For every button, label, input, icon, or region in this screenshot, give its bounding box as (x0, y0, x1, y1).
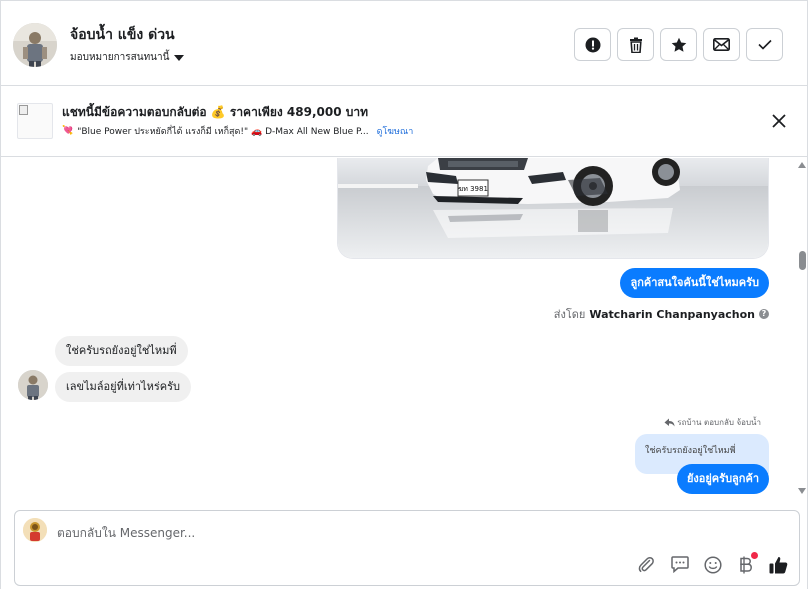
ad-thumbnail[interactable] (17, 103, 53, 139)
message-thread: ฆท 3981 ลูกค้าสนใจคันนี้ใช่ไหมครับ ส่งโด… (1, 158, 808, 498)
mark-done-button[interactable] (746, 28, 783, 61)
saved-replies-button[interactable] (669, 554, 690, 575)
attach-button[interactable] (636, 554, 657, 575)
reply-indicator-text: รถบ้าน ตอบกลับ จ้อบน้ำ (677, 418, 761, 427)
caret-down-icon (174, 54, 185, 61)
outgoing-message[interactable]: ยังอยู่ครับลูกค้า (676, 464, 769, 494)
conversation-panel: จ้อบน้ำ แข็ง ด่วน มอบหมายการสนทนานี้ แชท… (0, 0, 808, 589)
assign-label: มอบหมายการสนทนานี้ (70, 52, 170, 63)
spam-button[interactable] (574, 28, 611, 61)
outgoing-message[interactable]: ลูกค้าสนใจคันนี้ใช่ไหมครับ (620, 268, 769, 298)
trash-icon (629, 37, 642, 53)
broken-image-icon (19, 105, 28, 115)
mail-icon (713, 38, 730, 51)
chat-scrollbar[interactable] (795, 158, 808, 498)
info-icon[interactable]: ? (759, 309, 769, 319)
ad-banner-title: แชทนี้มีข้อความตอบกลับต่อ 💰 ราคาเพียง 48… (62, 105, 369, 119)
chat-bubble-icon (670, 556, 689, 573)
follow-up-button[interactable] (660, 28, 697, 61)
delete-button[interactable] (617, 28, 654, 61)
baht-icon (739, 556, 752, 573)
page-avatar (23, 518, 47, 542)
message-input[interactable] (57, 523, 657, 543)
thumbs-up-icon (769, 556, 788, 573)
star-icon (671, 37, 686, 52)
mark-unread-button[interactable] (703, 28, 740, 61)
incoming-message[interactable]: เลขไมล์อยู่ที่เท่าไหร่ครับ (55, 372, 191, 402)
conversation-header: จ้อบน้ำ แข็ง ด่วน มอบหมายการสนทนานี้ (1, 1, 808, 86)
incoming-message[interactable]: ใช่ครับรถยังอยู่ใช่ไหมพี่ (55, 336, 188, 366)
notification-dot (751, 552, 758, 559)
contact-avatar-small[interactable] (18, 370, 48, 400)
ad-banner-subtitle: 💘 "Blue Power ประหยัดกี่ได้ แรงก็มี เหก็… (62, 124, 413, 138)
heart-emoji: 💘 (62, 126, 74, 136)
contact-name[interactable]: จ้อบน้ำ แข็ง ด่วน (70, 24, 175, 46)
reply-indicator: รถบ้าน ตอบกลับ จ้อบน้ำ (664, 416, 761, 429)
sent-by-name[interactable]: Watcharin Chanpanyachon (589, 308, 755, 321)
smiley-icon (703, 555, 722, 574)
view-ad-link[interactable]: ดูโฆษณา (377, 124, 414, 138)
car-photo-attachment[interactable]: ฆท 3981 (337, 158, 769, 259)
assign-conversation-dropdown[interactable]: มอบหมายการสนทนานี้ (70, 50, 185, 65)
reply-arrow-icon (664, 418, 675, 427)
sent-by-line: ส่งโดย Watcharin Chanpanyachon ? (554, 305, 769, 323)
composer-tools (636, 552, 789, 575)
contact-avatar[interactable] (13, 23, 57, 67)
close-banner-icon[interactable] (771, 113, 787, 129)
scrollbar-thumb[interactable] (799, 251, 806, 270)
paperclip-icon (638, 556, 654, 573)
reply-composer (14, 510, 800, 586)
emoji-button[interactable] (702, 554, 723, 575)
check-icon (757, 39, 772, 50)
send-like-button[interactable] (768, 554, 789, 575)
header-actions (574, 28, 783, 61)
ad-reply-banner: แชทนี้มีข้อความตอบกลับต่อ 💰 ราคาเพียง 48… (1, 86, 808, 157)
sent-by-prefix: ส่งโดย (553, 308, 586, 321)
ad-banner-text: "Blue Power ประหยัดกี่ได้ แรงก็มี เหก็สุ… (77, 127, 369, 137)
scroll-up-icon[interactable] (798, 162, 806, 168)
alert-icon (585, 37, 600, 52)
payment-button[interactable] (735, 552, 758, 575)
license-plate: ฆท 3981 (458, 185, 488, 193)
scroll-down-icon[interactable] (798, 488, 806, 494)
